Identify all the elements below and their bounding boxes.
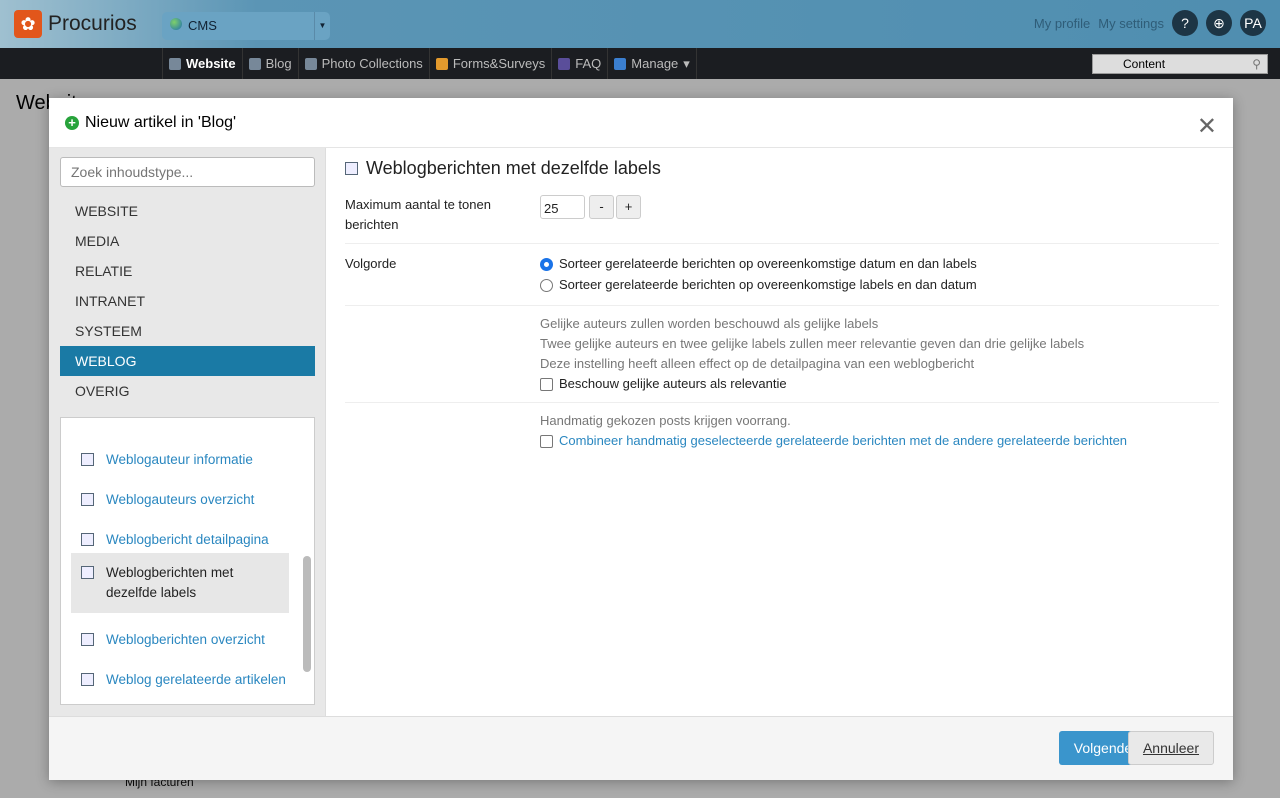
info-text: Twee gelijke auteurs en twee gelijke lab…	[540, 336, 1085, 351]
search-icon[interactable]: ⚲	[1252, 57, 1261, 71]
page-icon	[81, 673, 94, 686]
brand-name: Procurios	[48, 12, 137, 35]
order-option-labels[interactable]: Sorteer gerelateerde berichten op overee…	[540, 275, 1219, 295]
radio[interactable]	[540, 278, 553, 292]
nav-label: Manage	[631, 56, 679, 71]
option-label: Sorteer gerelateerde berichten op overee…	[559, 256, 977, 271]
avatar[interactable]: PA	[1240, 10, 1266, 36]
content-type-search-input[interactable]	[60, 157, 315, 187]
user-search-icon[interactable]: ⊕	[1206, 10, 1232, 36]
nav-label: Photo Collections	[321, 56, 423, 71]
category-weblog[interactable]: WEBLOG	[60, 346, 315, 376]
nav-blog[interactable]: Blog	[241, 48, 298, 79]
nav-photo-collections[interactable]: Photo Collections	[297, 48, 429, 79]
category-overig[interactable]: OVERIG	[60, 376, 315, 406]
page-icon	[81, 566, 94, 579]
item-label: Weblogberichten met dezelfde labels	[106, 565, 234, 600]
option-label: Sorteer gerelateerde berichten op overee…	[559, 277, 977, 292]
add-icon: +	[65, 115, 79, 130]
globe-icon	[170, 18, 182, 30]
dialog-footer: Volgende Annuleer	[49, 716, 1233, 780]
list-item[interactable]: Weblogberichten overzicht	[71, 620, 289, 660]
photo-icon	[304, 57, 317, 70]
main-nav: Website Blog Photo Collections Forms&Sur…	[0, 48, 1280, 79]
nav-forms-surveys[interactable]: Forms&Surveys	[428, 48, 551, 79]
item-label: Weblogauteur informatie	[106, 452, 253, 467]
list-item[interactable]: Weblogauteurs overzicht	[71, 480, 289, 520]
chevron-down-icon: ▼	[314, 12, 330, 40]
scrollbar[interactable]	[303, 556, 311, 672]
top-bar: ✿ Procurios CMS ▼ My profile My settings ?…	[0, 0, 1280, 48]
app-select-value: CMS	[188, 18, 217, 33]
nav-label: Forms&Surveys	[452, 56, 546, 71]
clipboard-icon	[435, 57, 448, 70]
decrement-button[interactable]: -	[589, 195, 614, 219]
list-item[interactable]: Weblogauteur informatie	[71, 440, 289, 480]
category-intranet[interactable]: INTRANET	[60, 286, 315, 316]
dialog-title: Nieuw artikel in 'Blog'	[85, 113, 237, 131]
nav-label: Blog	[265, 56, 292, 71]
content-search-input[interactable]: Content ⚲	[1092, 54, 1268, 74]
nav-website[interactable]: Website	[162, 48, 242, 79]
info-text: Handmatig gekozen posts krijgen voorrang…	[540, 413, 791, 428]
search-value: Content	[1123, 57, 1166, 71]
page-icon	[81, 533, 94, 546]
manage-icon	[614, 57, 627, 70]
max-count-input[interactable]: 25	[540, 195, 585, 219]
nav-manage[interactable]: Manage ▾	[607, 48, 697, 79]
page-icon	[345, 162, 358, 175]
procurios-logo-icon: ✿	[14, 10, 42, 38]
item-label: Weblog gerelateerde artikelen	[106, 672, 286, 687]
page-icon	[81, 453, 94, 466]
content-type-list: Weblogauteur informatie Weblogauteurs ov…	[60, 417, 315, 705]
blog-icon	[248, 57, 261, 70]
new-article-dialog: + Nieuw artikel in 'Blog' ✕ WEBSITE MEDIA…	[49, 98, 1233, 780]
nav-label: FAQ	[575, 56, 602, 71]
checkbox[interactable]	[540, 434, 553, 448]
category-systeem[interactable]: SYSTEEM	[60, 316, 315, 346]
content-type-sidebar: WEBSITE MEDIA RELATIE INTRANET SYSTEEM W…	[49, 148, 326, 716]
max-label: Maximum aantal te tonen berichten	[345, 197, 491, 232]
checkbox-label: Beschouw gelijke auteurs als relevantie	[559, 376, 787, 391]
checkbox[interactable]	[540, 377, 553, 391]
nav-label: Website	[186, 56, 236, 71]
my-settings-link[interactable]: My settings	[1098, 16, 1164, 31]
category-relatie[interactable]: RELATIE	[60, 256, 315, 286]
radio-checked[interactable]	[540, 257, 553, 271]
close-icon[interactable]: ✕	[1197, 112, 1217, 141]
list-item[interactable]: Weblog gerelateerde artikelen	[71, 660, 289, 700]
nav-faq[interactable]: FAQ	[551, 48, 607, 79]
page-icon	[81, 633, 94, 646]
info-text: Gelijke auteurs zullen worden beschouwd …	[540, 316, 879, 331]
cancel-button[interactable]: Annuleer	[1128, 731, 1214, 765]
category-website[interactable]: WEBSITE	[60, 196, 315, 226]
item-label: Weblogberichten overzicht	[106, 632, 265, 647]
checkbox-label[interactable]: Combineer handmatig geselecteerde gerela…	[559, 431, 1127, 451]
authors-relevance-option[interactable]: Beschouw gelijke auteurs als relevantie	[540, 374, 1219, 394]
website-icon	[169, 57, 181, 70]
logo[interactable]: ✿ Procurios	[14, 10, 137, 38]
order-option-date[interactable]: Sorteer gerelateerde berichten op overee…	[540, 254, 1219, 274]
category-media[interactable]: MEDIA	[60, 226, 315, 256]
page-icon	[81, 493, 94, 506]
combine-manual-option[interactable]: Combineer handmatig geselecteerde gerela…	[540, 431, 1219, 451]
order-label: Volgorde	[345, 256, 397, 271]
increment-button[interactable]: +	[616, 195, 641, 219]
item-label: Weblogbericht detailpagina	[106, 532, 269, 547]
my-profile-link[interactable]: My profile	[1034, 16, 1090, 31]
form-heading: Weblogberichten met dezelfde labels	[366, 158, 661, 178]
content-form: Weblogberichten met dezelfde labels Maxi…	[345, 148, 1219, 459]
app-select[interactable]: CMS ▼	[162, 12, 330, 40]
question-icon	[558, 57, 571, 70]
item-label: Weblogauteurs overzicht	[106, 492, 255, 507]
list-item-selected[interactable]: Weblogberichten met dezelfde labels	[71, 553, 289, 613]
help-button[interactable]: ?	[1172, 10, 1198, 36]
info-text: Deze instelling heeft alleen effect op d…	[540, 356, 975, 371]
